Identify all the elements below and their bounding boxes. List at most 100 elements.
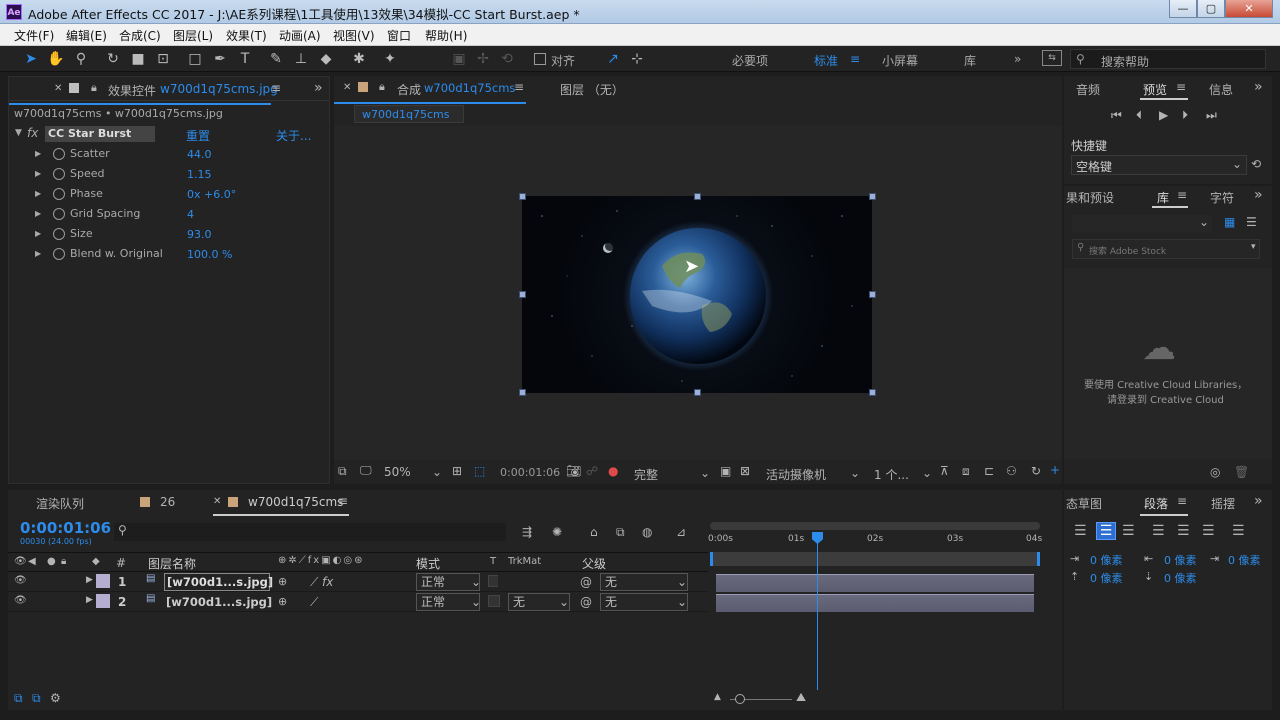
- transform-handle[interactable]: [519, 193, 526, 200]
- tab-character[interactable]: 字符: [1210, 189, 1234, 206]
- tab-preview[interactable]: 预览: [1143, 81, 1167, 98]
- quality-switch-icon[interactable]: ⟋: [310, 575, 318, 590]
- effect-controls-tab-name[interactable]: w700d1q75cms.jpg: [160, 82, 278, 96]
- panel-overflow-icon[interactable]: »: [1254, 187, 1263, 203]
- workspace-libraries[interactable]: 库: [964, 52, 976, 69]
- param-value[interactable]: 1.15: [187, 168, 212, 181]
- zoom-out-icon[interactable]: ▲: [714, 692, 721, 702]
- tab-audio[interactable]: 音频: [1076, 81, 1100, 98]
- delete-icon[interactable]: 🗑︎: [1234, 465, 1249, 479]
- param-row-phase[interactable]: ▶ Phase 0x +6.0°: [13, 185, 329, 205]
- effect-row-cc-star-burst[interactable]: ▼ fx CC Star Burst 重置 关于...: [13, 125, 313, 143]
- rectangle-tool-icon[interactable]: □: [186, 50, 204, 68]
- expand-arrow-icon[interactable]: ▶: [35, 209, 41, 218]
- expand-arrow-icon[interactable]: ▶: [35, 189, 41, 198]
- workspace-standard[interactable]: 标准: [814, 52, 838, 69]
- panel-overflow-icon[interactable]: »: [314, 80, 323, 96]
- safe-margins-icon[interactable]: ⊞: [452, 464, 462, 478]
- panel-menu-icon[interactable]: ≡: [1177, 188, 1187, 202]
- flowchart-icon[interactable]: ⚇: [1006, 464, 1017, 478]
- stopwatch-icon[interactable]: [53, 208, 65, 220]
- eye-icon[interactable]: 👁︎: [14, 575, 27, 586]
- panel-menu-icon[interactable]: ≡: [338, 494, 348, 508]
- roto-brush-tool-icon[interactable]: ✱: [350, 50, 368, 68]
- layer-row-1[interactable]: 👁︎ ▶ 1 ▤ [w700d1...s.jpg] ⊕ ⟋ fx 正常 ⌄ @ 无…: [8, 572, 708, 592]
- reset-shortcut-icon[interactable]: ⟲: [1251, 157, 1261, 171]
- mode-select[interactable]: 正常 ⌄: [416, 593, 481, 611]
- timeline-zoom-knob[interactable]: [735, 694, 745, 704]
- param-value[interactable]: 93.0: [187, 228, 212, 241]
- comp-navigator-tab[interactable]: w700d1q75cms: [354, 105, 464, 123]
- close-panel-icon[interactable]: ✕: [213, 496, 221, 507]
- tab-libraries[interactable]: 库: [1157, 189, 1169, 206]
- type-tool-icon[interactable]: T: [236, 50, 254, 68]
- tab-info[interactable]: 信息: [1209, 81, 1233, 98]
- tab-motion-sketch[interactable]: 态草图: [1066, 495, 1102, 512]
- space-before-value[interactable]: 0 像素: [1090, 570, 1123, 586]
- layer-bar-2[interactable]: [716, 594, 1034, 612]
- justify-all-icon[interactable]: ☰: [1232, 523, 1245, 539]
- tab-wiggler[interactable]: 摇摆: [1211, 495, 1235, 512]
- cc-message-line2[interactable]: 请登录到 Creative Cloud: [1107, 391, 1224, 406]
- menu-help[interactable]: 帮助(H): [425, 27, 467, 44]
- param-row-blend-with-original[interactable]: ▶ Blend w. Original 100.0 %: [13, 245, 329, 265]
- local-axis-icon[interactable]: ▣: [450, 50, 468, 68]
- video-visibility-icon[interactable]: 👁︎: [14, 556, 27, 567]
- menu-composition[interactable]: 合成(C): [119, 27, 161, 44]
- trkmat-select[interactable]: [498, 573, 568, 591]
- panel-menu-icon[interactable]: ≡: [271, 81, 281, 95]
- collapse-switch-icon[interactable]: ⊕: [278, 575, 287, 588]
- workspace-overflow-icon[interactable]: »: [1014, 52, 1021, 66]
- comp-duration-bar[interactable]: [710, 552, 1040, 566]
- grid-view-icon[interactable]: ▦: [1224, 215, 1235, 229]
- column-mode[interactable]: 模式: [416, 555, 440, 572]
- column-layer-name[interactable]: 图层名称: [148, 555, 196, 572]
- param-row-grid-spacing[interactable]: ▶ Grid Spacing 4: [13, 205, 329, 225]
- reset-exposure-icon[interactable]: ↻: [1031, 464, 1041, 478]
- tab-paragraph[interactable]: 段落: [1144, 495, 1168, 512]
- eye-icon[interactable]: 👁︎: [14, 595, 27, 606]
- trkmat-select[interactable]: 无 ⌄: [508, 593, 570, 611]
- first-frame-icon[interactable]: ⏮: [1111, 108, 1122, 123]
- mode-select[interactable]: 正常 ⌄: [416, 573, 481, 591]
- param-value[interactable]: 0x +6.0°: [187, 188, 236, 201]
- stopwatch-icon[interactable]: [53, 188, 65, 200]
- help-search-input[interactable]: ⚲ 搜索帮助: [1070, 49, 1266, 69]
- transform-handle[interactable]: [694, 193, 701, 200]
- stopwatch-icon[interactable]: [53, 228, 65, 240]
- motion-blur-icon[interactable]: ◍: [642, 525, 652, 539]
- lock-icon[interactable]: 🔒︎: [61, 556, 66, 567]
- effect-about-link[interactable]: 关于...: [276, 127, 311, 144]
- switches-icons[interactable]: ⊕✲⟋fx▣◐◎⊛: [278, 555, 364, 566]
- expand-arrow-icon[interactable]: ▶: [35, 249, 41, 258]
- transform-handle[interactable]: [694, 389, 701, 396]
- composition-viewer[interactable]: ➤: [334, 126, 1062, 460]
- layer-row-2[interactable]: 👁︎ ▶ 2 ▤ [w700d1...s.jpg] ⊕ ⟋ 正常 ⌄ 无 ⌄ @ 无…: [8, 592, 708, 612]
- justify-right-icon[interactable]: ☰: [1202, 523, 1215, 539]
- fast-preview-icon[interactable]: ⧈: [962, 464, 970, 479]
- snap-edges-icon[interactable]: ↗: [604, 50, 622, 68]
- in-out-toggle-icon[interactable]: ⚙: [50, 691, 61, 705]
- transform-handle[interactable]: [519, 291, 526, 298]
- last-frame-icon[interactable]: ⏭: [1206, 108, 1217, 123]
- workspace-essentials[interactable]: 必要项: [732, 52, 768, 69]
- align-center-icon[interactable]: ☰: [1096, 522, 1116, 540]
- justify-left-icon[interactable]: ☰: [1152, 523, 1165, 539]
- comp-tab-label[interactable]: 合成: [397, 81, 421, 98]
- workspace-menu-icon[interactable]: ≡: [850, 52, 860, 66]
- label-color-swatch[interactable]: [96, 574, 110, 588]
- layer-name[interactable]: [w700d1...s.jpg]: [166, 595, 272, 609]
- next-frame-icon[interactable]: ⏵: [1182, 108, 1188, 123]
- world-axis-icon[interactable]: ✢: [474, 50, 492, 68]
- label-color-swatch[interactable]: [96, 594, 110, 608]
- zoom-dropdown[interactable]: 50% ⌄: [384, 465, 444, 479]
- tab-render-queue[interactable]: 渲染队列: [36, 495, 84, 512]
- expand-arrow-icon[interactable]: ▶: [35, 229, 41, 238]
- param-row-size[interactable]: ▶ Size 93.0: [13, 225, 329, 245]
- comp-mini-flowchart-icon[interactable]: ⇶: [522, 525, 532, 539]
- parent-select[interactable]: 无 ⌄: [600, 573, 688, 591]
- cc-sync-icon[interactable]: ◎: [1210, 465, 1220, 479]
- menu-file[interactable]: 文件(F): [14, 27, 54, 44]
- view-axis-icon[interactable]: ⟲: [498, 50, 516, 68]
- align-left-icon[interactable]: ☰: [1074, 523, 1087, 539]
